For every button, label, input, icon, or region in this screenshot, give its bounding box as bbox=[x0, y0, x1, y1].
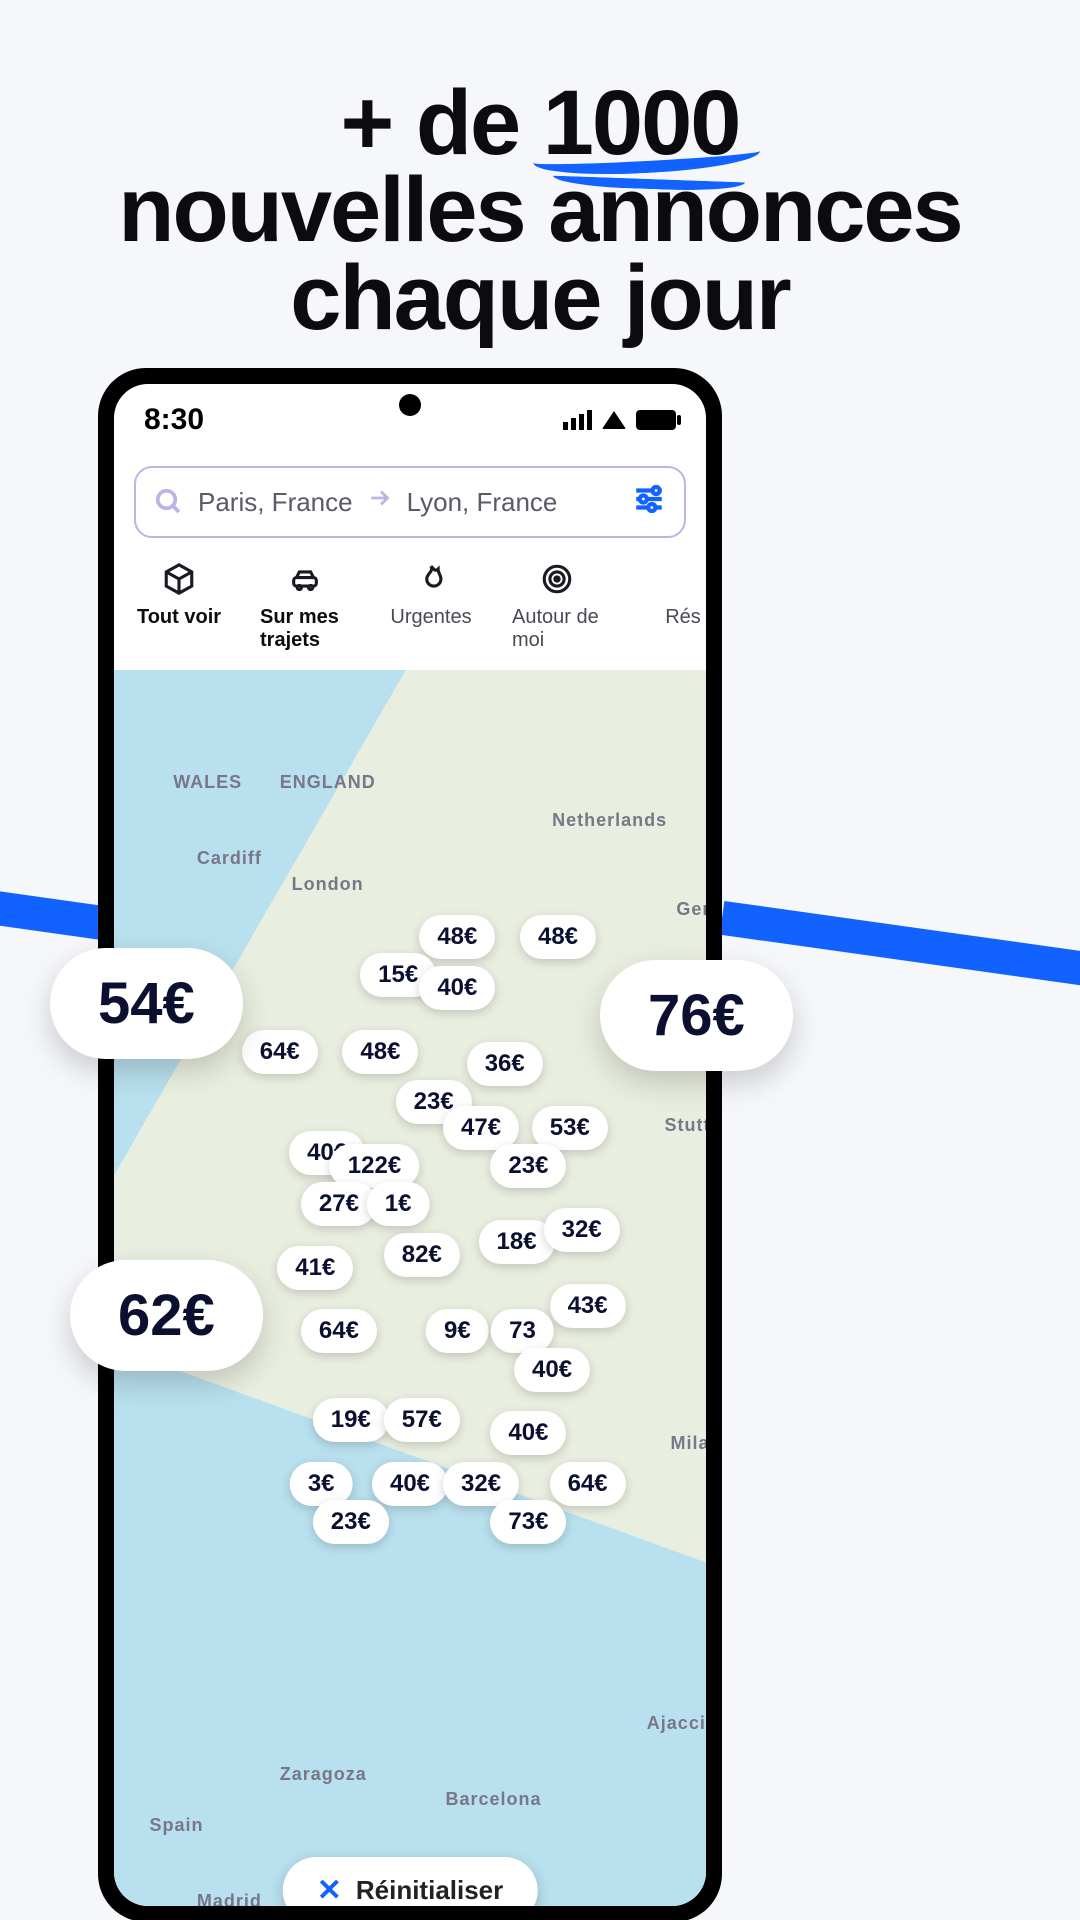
price-pill[interactable]: 43€ bbox=[550, 1284, 626, 1328]
target-icon bbox=[538, 560, 576, 598]
map-place-label: Barcelona bbox=[446, 1789, 542, 1810]
map-place-label: Zaragoza bbox=[280, 1764, 367, 1785]
map-place-label: Netherlands bbox=[552, 810, 667, 831]
price-pill[interactable]: 48€ bbox=[419, 915, 495, 959]
price-pill[interactable]: 23€ bbox=[313, 1500, 389, 1544]
headline-part: chaque jour bbox=[290, 247, 789, 349]
price-pill[interactable]: 40€ bbox=[490, 1411, 566, 1455]
filter-button[interactable] bbox=[632, 482, 666, 523]
price-pill[interactable]: 47€ bbox=[443, 1106, 519, 1150]
map-place-label: ENGLAND bbox=[280, 772, 376, 793]
signal-icon bbox=[563, 410, 592, 430]
filter-chip-label: Sur mes trajets bbox=[260, 606, 350, 652]
filter-chip-near[interactable]: Autour de moi bbox=[512, 560, 602, 652]
price-pill[interactable]: 41€ bbox=[277, 1246, 353, 1290]
price-pill[interactable]: 36€ bbox=[467, 1042, 543, 1086]
sliders-icon bbox=[632, 482, 666, 516]
price-pill[interactable]: 27€ bbox=[301, 1182, 377, 1226]
cube-icon bbox=[160, 560, 198, 598]
chip-icon bbox=[664, 560, 702, 598]
status-time: 8:30 bbox=[144, 403, 204, 437]
highlight-price-pill: 76€ bbox=[600, 960, 793, 1071]
price-pill[interactable]: 40€ bbox=[419, 966, 495, 1010]
map-place-label: Ajaccio bbox=[647, 1713, 706, 1734]
phone-frame: 8:30 Paris, France Lyon, France bbox=[100, 370, 720, 1920]
filter-chips-row: Tout voir Sur mes trajets Urgentes Autour d… bbox=[114, 538, 706, 670]
price-pill[interactable]: 23€ bbox=[490, 1144, 566, 1188]
price-pill[interactable]: 64€ bbox=[242, 1030, 318, 1074]
price-pill[interactable]: 40€ bbox=[372, 1462, 448, 1506]
price-pill[interactable]: 48€ bbox=[342, 1030, 418, 1074]
close-icon: ✕ bbox=[317, 1873, 342, 1906]
price-pill[interactable]: 48€ bbox=[520, 915, 596, 959]
price-pill[interactable]: 82€ bbox=[384, 1233, 460, 1277]
reset-button[interactable]: ✕ Réinitialiser bbox=[283, 1857, 538, 1906]
map-place-label: Madrid bbox=[197, 1891, 262, 1906]
phone-camera-notch bbox=[399, 394, 421, 416]
marketing-headline: + de 1000 nouvelles annonces chaque jour bbox=[0, 80, 1080, 342]
filter-chip-label: Rés bbox=[665, 606, 701, 629]
price-pill[interactable]: 64€ bbox=[550, 1462, 626, 1506]
price-pill[interactable]: 19€ bbox=[313, 1398, 389, 1442]
price-pill[interactable]: 32€ bbox=[443, 1462, 519, 1506]
highlight-price-pill: 54€ bbox=[50, 948, 243, 1059]
map-place-label: Mila bbox=[670, 1433, 706, 1454]
price-pill[interactable]: 64€ bbox=[301, 1309, 377, 1353]
price-pill[interactable]: 9€ bbox=[426, 1309, 489, 1353]
filter-chip-all[interactable]: Tout voir bbox=[134, 560, 224, 652]
price-pill[interactable]: 57€ bbox=[384, 1398, 460, 1442]
reset-label: Réinitialiser bbox=[356, 1875, 503, 1906]
filter-chip-label: Urgentes bbox=[390, 606, 471, 629]
map-place-label: Stuttgart bbox=[665, 1115, 706, 1136]
price-pill[interactable]: 73€ bbox=[490, 1500, 566, 1544]
map-place-label: Cardiff bbox=[197, 848, 262, 869]
search-icon bbox=[154, 487, 184, 517]
map-place-label: Spain bbox=[150, 1815, 204, 1836]
price-pill[interactable]: 32€ bbox=[544, 1208, 620, 1252]
status-icons bbox=[563, 410, 676, 430]
map-place-label: WALES bbox=[173, 772, 242, 793]
headline-highlight: 1000 bbox=[543, 80, 740, 167]
filter-chip-res[interactable]: Rés bbox=[638, 560, 706, 652]
filter-chip-label: Autour de moi bbox=[512, 606, 602, 652]
filter-chip-urgent[interactable]: Urgentes bbox=[386, 560, 476, 652]
phone-screen: 8:30 Paris, France Lyon, France bbox=[114, 384, 706, 1906]
price-pill[interactable]: 40€ bbox=[514, 1348, 590, 1392]
search-to-value: Lyon, France bbox=[407, 487, 558, 518]
battery-icon bbox=[636, 410, 676, 430]
search-from-value: Paris, France bbox=[198, 487, 353, 518]
map-place-label: Ger bbox=[676, 899, 706, 920]
wifi-icon bbox=[602, 411, 626, 429]
flame-icon bbox=[412, 560, 450, 598]
filter-chip-routes[interactable]: Sur mes trajets bbox=[260, 560, 350, 652]
car-icon bbox=[286, 560, 324, 598]
filter-chip-label: Tout voir bbox=[137, 606, 221, 629]
route-search-bar[interactable]: Paris, France Lyon, France bbox=[134, 466, 686, 538]
arrow-right-icon bbox=[367, 485, 393, 519]
map-place-label: London bbox=[292, 874, 364, 895]
highlight-price-pill: 62€ bbox=[70, 1260, 263, 1371]
price-pill[interactable]: 1€ bbox=[367, 1182, 430, 1226]
